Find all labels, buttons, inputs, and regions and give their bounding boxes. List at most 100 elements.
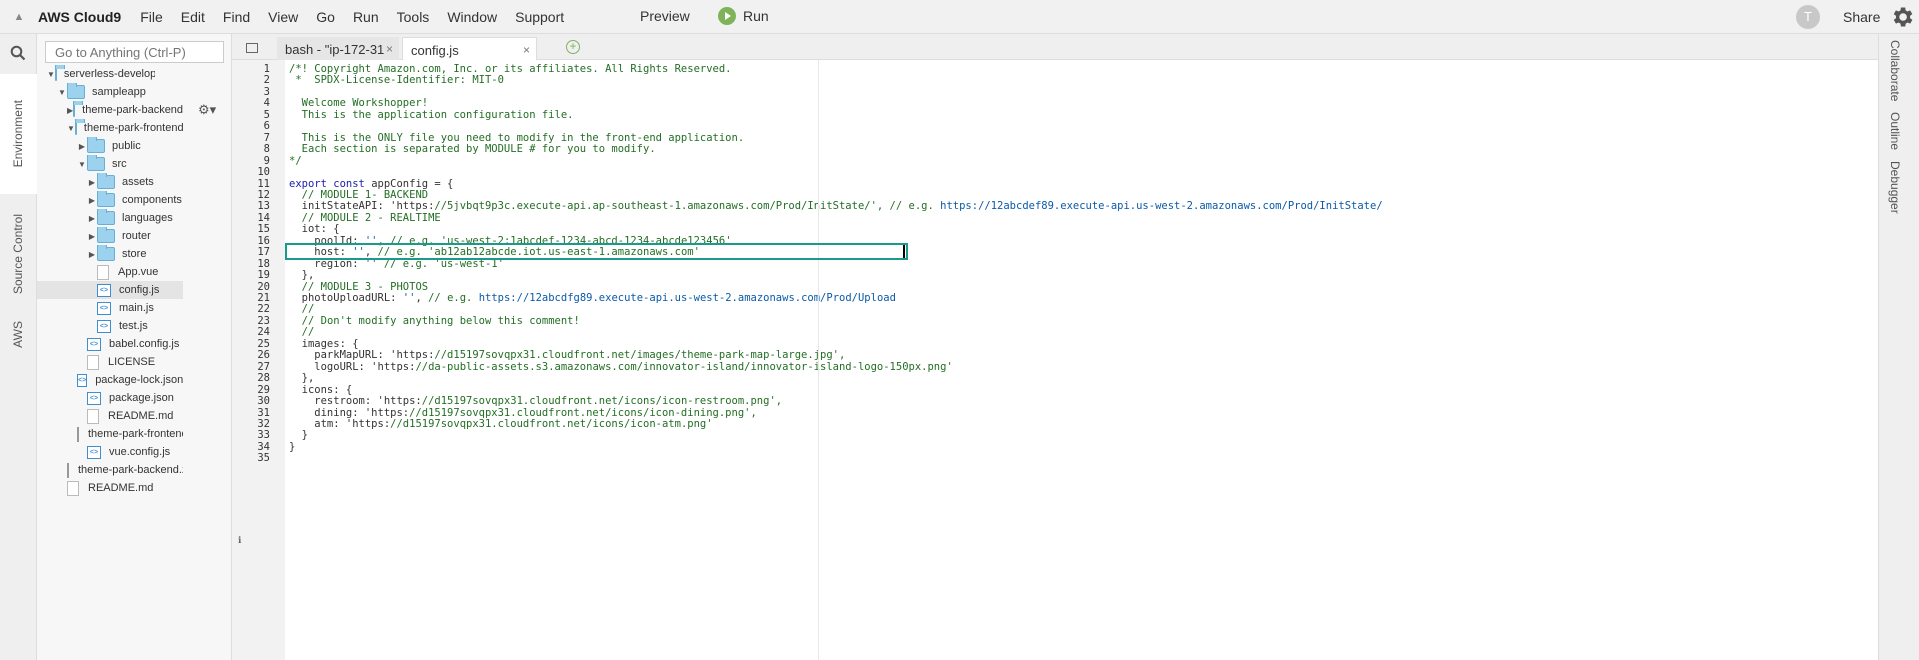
tree-folder[interactable]: ▼ theme-park-frontend — [37, 119, 183, 137]
tab-config-js[interactable]: config.js × — [402, 37, 537, 60]
menu-file[interactable]: File — [131, 9, 172, 25]
code-line: * SPDX-License-Identifier: MIT-0 — [289, 74, 504, 87]
tree-folder[interactable]: ▶ components — [37, 191, 183, 209]
close-tab-icon[interactable]: × — [386, 42, 393, 56]
collapsed-arrow-icon[interactable]: ▶ — [87, 196, 97, 205]
tree-item-label: router — [122, 230, 151, 242]
tree-folder[interactable]: ▶ theme-park-backend — [37, 101, 183, 119]
tree-item-label: theme-park-backend.z — [78, 464, 183, 476]
menu-edit[interactable]: Edit — [172, 9, 214, 25]
app-brand[interactable]: AWS Cloud9 — [38, 9, 121, 25]
line-number: 2 — [263, 74, 270, 87]
folder-icon — [54, 65, 65, 81]
line-number: 27 — [257, 360, 270, 373]
tree-folder[interactable]: ▶ store — [37, 245, 183, 263]
collapse-menu-icon[interactable]: ▲ — [0, 11, 38, 23]
preview-button[interactable]: Preview — [640, 8, 690, 24]
tab-bash[interactable]: bash - "ip-172-31 × — [277, 37, 399, 60]
line-number: 3 — [263, 85, 270, 98]
folder-icon — [73, 101, 84, 117]
code-line: } — [289, 440, 296, 453]
line-number: 35 — [257, 452, 270, 465]
tree-file[interactable]: <> package.json — [37, 389, 183, 407]
tab-aws[interactable]: AWS — [0, 309, 36, 359]
tree-file[interactable]: theme-park-frontenc — [37, 425, 183, 443]
tree-file[interactable]: <> package-lock.json — [37, 371, 183, 389]
tree-folder[interactable]: ▶ public — [37, 137, 183, 155]
tree-file[interactable]: <> test.js — [37, 317, 183, 335]
tree-file[interactable]: <> config.js — [37, 281, 183, 299]
line-number: 15 — [257, 223, 270, 236]
menu-run[interactable]: Run — [344, 9, 388, 25]
tree-item-label: serverless-developn — [63, 68, 155, 80]
tree-folder[interactable]: ▼ sampleapp — [37, 83, 183, 101]
menu-tools[interactable]: Tools — [388, 9, 439, 25]
tree-folder[interactable]: ▼ serverless-developn — [37, 65, 155, 83]
tree-file[interactable]: <> babel.config.js — [37, 335, 183, 353]
menu-window[interactable]: Window — [438, 9, 506, 25]
user-avatar[interactable]: T — [1796, 5, 1820, 29]
tree-file[interactable]: <> vue.config.js — [37, 443, 183, 461]
tab-config-label: config.js — [411, 43, 459, 58]
expanded-arrow-icon[interactable]: ▼ — [77, 160, 87, 169]
tree-file[interactable]: README.md — [37, 407, 183, 425]
collapsed-arrow-icon[interactable]: ▶ — [87, 178, 97, 187]
folder-icon — [97, 191, 115, 207]
left-side-rail: Environment Source Control AWS — [0, 34, 37, 660]
code-file-icon: <> — [87, 445, 101, 459]
run-button[interactable]: Run — [718, 7, 769, 25]
code-line: }, — [289, 269, 315, 282]
line-number: 33 — [257, 429, 270, 442]
tree-file[interactable]: App.vue — [37, 263, 183, 281]
code-line: }, — [289, 372, 315, 385]
tree-folder[interactable]: ▶ languages — [37, 209, 183, 227]
tree-folder[interactable]: ▼ src — [37, 155, 183, 173]
tree-file[interactable]: <> main.js — [37, 299, 183, 317]
code-line: Welcome Workshopper! — [289, 97, 429, 110]
tree-file[interactable]: theme-park-backend.z — [37, 461, 183, 479]
go-to-anything-input[interactable] — [45, 41, 224, 63]
code-line: This is the application configuration fi… — [289, 108, 574, 121]
line-number: 9 — [263, 154, 270, 167]
code-file-icon: <> — [87, 337, 101, 351]
code-line: Each section is separated by MODULE # fo… — [289, 143, 656, 156]
pane-menu-icon[interactable] — [246, 43, 258, 53]
folder-icon — [67, 83, 85, 99]
close-tab-icon[interactable]: × — [523, 43, 530, 57]
code-line: // MODULE 2 - REALTIME — [301, 211, 441, 224]
line-number: 12 — [257, 188, 270, 201]
code-editor[interactable]: /*! Copyright Amazon.com, Inc. or its af… — [285, 60, 1878, 660]
file-tree-panel: ⚙▾ ▼serverless-developn▼sampleapp▶theme-… — [37, 34, 232, 660]
line-number: 17 — [257, 246, 270, 259]
expanded-arrow-icon[interactable]: ▼ — [47, 70, 55, 79]
add-tab-icon[interactable]: + — [566, 40, 580, 54]
tab-debugger[interactable]: Debugger — [1888, 161, 1902, 214]
tab-environment[interactable]: Environment — [0, 74, 37, 194]
collapsed-arrow-icon[interactable]: ▶ — [87, 250, 97, 259]
tree-item-label: main.js — [119, 302, 154, 314]
search-icon[interactable] — [10, 45, 26, 61]
tab-source-control[interactable]: Source Control — [0, 199, 36, 309]
tree-item-label: src — [112, 158, 127, 170]
tree-folder[interactable]: ▶ assets — [37, 173, 183, 191]
collapsed-arrow-icon[interactable]: ▶ — [77, 142, 87, 151]
collapsed-arrow-icon[interactable]: ▶ — [87, 232, 97, 241]
tab-collaborate[interactable]: Collaborate — [1888, 40, 1902, 101]
menu-support[interactable]: Support — [506, 9, 573, 25]
code-line: logoURL: 'https://da-public-assets.s3.am… — [289, 360, 953, 373]
menu-view[interactable]: View — [259, 9, 307, 25]
tree-folder[interactable]: ▶ router — [37, 227, 183, 245]
menu-find[interactable]: Find — [214, 9, 259, 25]
code-line: This is the ONLY file you need to modify… — [289, 131, 745, 144]
menu-go[interactable]: Go — [307, 9, 344, 25]
settings-gear-icon[interactable] — [1889, 4, 1915, 30]
code-line: dining: 'https://d15197sovqpx31.cloudfro… — [289, 406, 757, 419]
tree-file[interactable]: LICENSE — [37, 353, 183, 371]
expanded-arrow-icon[interactable]: ▼ — [57, 88, 67, 97]
expanded-arrow-icon[interactable]: ▼ — [67, 124, 75, 133]
tree-settings-gear-icon[interactable]: ⚙▾ — [198, 102, 216, 118]
tab-outline[interactable]: Outline — [1888, 112, 1902, 150]
collapsed-arrow-icon[interactable]: ▶ — [87, 214, 97, 223]
tree-file[interactable]: README.md — [37, 479, 183, 497]
share-button[interactable]: Share — [1843, 9, 1880, 25]
